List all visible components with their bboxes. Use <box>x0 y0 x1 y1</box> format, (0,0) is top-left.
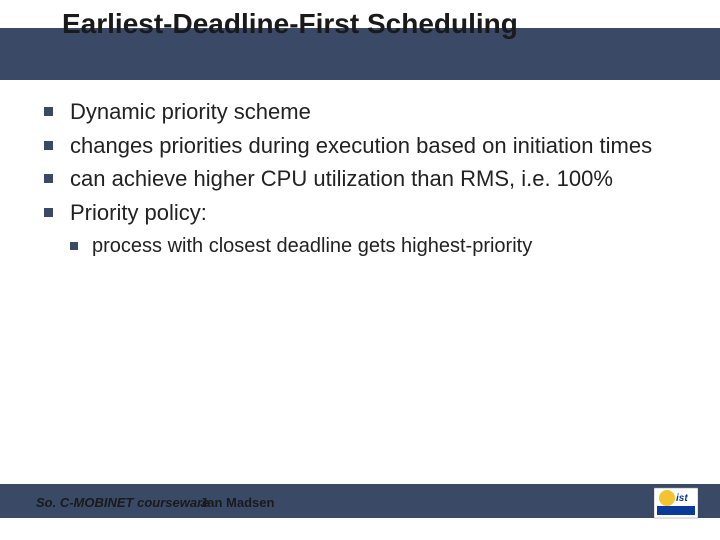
sub-bullet-item: process with closest deadline gets highe… <box>36 234 690 259</box>
sub-bullet-list: process with closest deadline gets highe… <box>36 234 690 259</box>
author-label: Jan Madsen <box>200 495 274 510</box>
ist-logo-icon: ist <box>654 484 698 522</box>
bullet-item: Dynamic priority scheme <box>36 98 690 126</box>
courseware-label: So. C-MOBINET courseware <box>36 495 209 510</box>
slide: Earliest-Deadline-First Scheduling Dynam… <box>0 0 720 540</box>
page-number: 14 <box>624 494 640 510</box>
slide-title: Earliest-Deadline-First Scheduling <box>62 8 518 40</box>
bullet-item: changes priorities during execution base… <box>36 132 690 160</box>
bullet-item: Priority policy: <box>36 199 690 227</box>
slide-content: Dynamic priority scheme changes prioriti… <box>36 98 690 259</box>
bullet-item: can achieve higher CPU utilization than … <box>36 165 690 193</box>
svg-text:ist: ist <box>676 493 688 504</box>
bullet-list: Dynamic priority scheme changes prioriti… <box>36 98 690 226</box>
